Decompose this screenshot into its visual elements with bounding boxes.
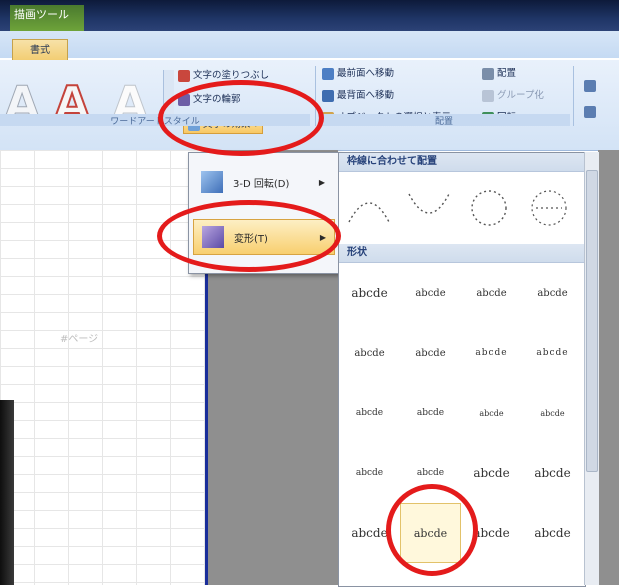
menu-item-3d-rotation[interactable]: 3-D 回転(D) ▶ — [193, 165, 333, 199]
page-label: #ページ — [60, 334, 99, 345]
bring-to-front-button[interactable]: 最前面へ移動 — [322, 66, 394, 82]
worksheet-grid[interactable] — [0, 150, 208, 585]
group-caption-wordart-styles: ワードアートスタイル — [0, 114, 310, 127]
align-button[interactable]: 配置 — [482, 66, 516, 82]
tab-strip — [0, 31, 619, 58]
text-fill-icon — [178, 70, 190, 82]
warp-option[interactable]: abcde — [400, 263, 461, 323]
transform-gallery: 枠線に合わせて配置 形状 abcde abcde abcde abcde abc… — [338, 152, 586, 587]
path-button-icon[interactable] — [519, 172, 579, 244]
submenu-arrow-icon: ▶ — [318, 177, 325, 187]
group-separator — [315, 66, 316, 126]
group-icon — [482, 90, 494, 102]
transform-icon — [202, 226, 224, 248]
warp-option[interactable]: abcde — [400, 323, 461, 383]
path-arch-up-icon[interactable] — [339, 172, 399, 244]
menu-item-transform[interactable]: 変形(T) ▶ — [193, 219, 335, 255]
send-to-back-button[interactable]: 最背面へ移動 — [322, 88, 394, 104]
3d-rotation-icon — [201, 171, 223, 193]
warp-option[interactable]: abcde — [522, 263, 583, 323]
warp-option[interactable]: abcde — [400, 383, 461, 443]
size-width-icon[interactable] — [584, 104, 596, 120]
warp-row: abcde abcde abcde abcde — [339, 383, 585, 443]
warp-option[interactable]: abcde — [461, 383, 522, 443]
send-back-icon — [322, 90, 334, 102]
warp-option[interactable]: abcde — [461, 263, 522, 323]
warp-row: abcde abcde abcde abcde — [339, 503, 585, 563]
text-fill-button[interactable]: 文字の塗りつぶし — [178, 68, 269, 84]
warp-option[interactable]: abcde — [522, 383, 583, 443]
warp-option[interactable]: abcde — [339, 323, 400, 383]
section-warp: 形状 — [339, 244, 585, 263]
warp-row: abcde abcde abcde abcde — [339, 323, 585, 383]
warp-option[interactable]: abcde — [522, 443, 583, 503]
warp-option[interactable]: abcde — [339, 503, 400, 563]
ribbon: 描画ツール 書式 A A A 文字の塗りつぶし 文字の輪郭 文字の効果 ▾ ワー… — [0, 0, 619, 151]
warp-option[interactable]: abcde — [339, 383, 400, 443]
group-button[interactable]: グループ化 — [482, 88, 544, 104]
group-caption-arrange: 配置 — [318, 114, 570, 127]
warp-option[interactable]: abcde — [461, 323, 522, 383]
warp-row: abcde abcde abcde abcde — [339, 443, 585, 503]
warp-option[interactable]: abcde — [339, 263, 400, 323]
path-circle-icon[interactable] — [459, 172, 519, 244]
warp-option[interactable]: abcde — [522, 323, 583, 383]
text-effects-menu: 3-D 回転(D) ▶ 変形(T) ▶ — [188, 152, 340, 274]
warp-row: abcde abcde abcde abcde — [339, 263, 585, 323]
image-edge — [0, 400, 14, 585]
align-icon — [482, 68, 494, 80]
submenu-arrow-icon: ▶ — [319, 232, 326, 242]
path-arch-down-icon[interactable] — [399, 172, 459, 244]
size-height-icon[interactable] — [584, 78, 596, 94]
text-outline-button[interactable]: 文字の輪郭 — [178, 92, 241, 108]
text-outline-icon — [178, 94, 190, 106]
context-tab-bar — [0, 0, 619, 31]
warp-option[interactable]: abcde — [461, 503, 522, 563]
bring-front-icon — [322, 68, 334, 80]
workspace-background-right — [598, 150, 619, 585]
gallery-scroll-thumb[interactable] — [586, 170, 598, 472]
tab-format[interactable]: 書式 — [12, 39, 68, 62]
section-follow-path: 枠線に合わせて配置 — [339, 153, 585, 172]
warp-option-selected[interactable]: abcde — [400, 503, 461, 563]
warp-option[interactable]: abcde — [400, 443, 461, 503]
group-separator — [573, 66, 574, 126]
wordart-gallery-scroll[interactable] — [163, 70, 174, 120]
follow-path-row — [339, 172, 585, 244]
warp-option[interactable]: abcde — [339, 443, 400, 503]
warp-option[interactable]: abcde — [522, 503, 583, 563]
context-tab-drawing-tools: 描画ツール — [10, 5, 84, 31]
warp-option[interactable]: abcde — [461, 443, 522, 503]
